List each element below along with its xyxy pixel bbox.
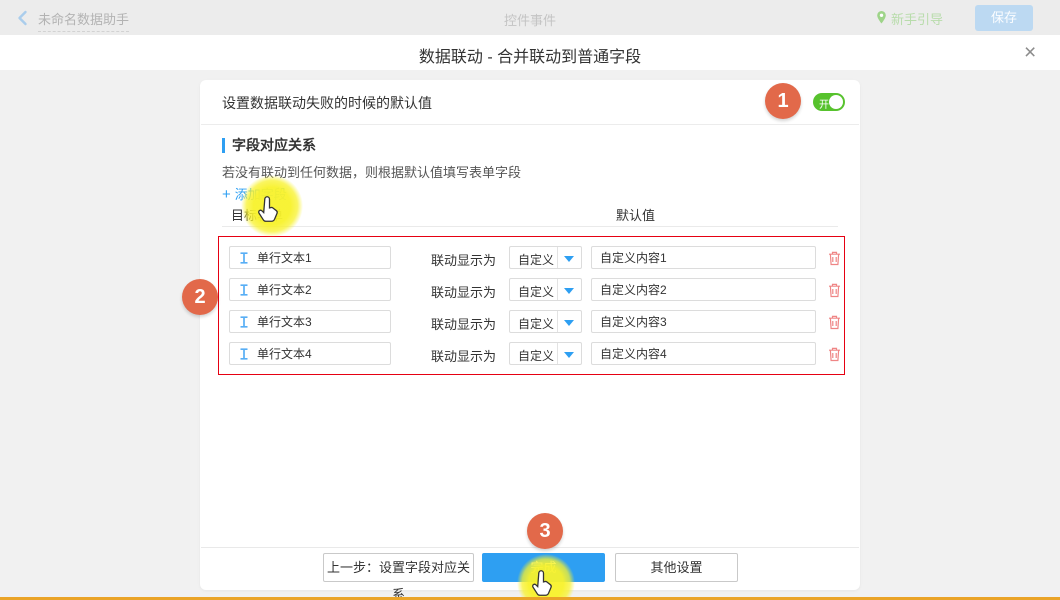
caret-down-icon — [564, 320, 574, 326]
modal-header: 数据联动 - 合并联动到普通字段 × — [0, 35, 1060, 70]
field-mapping-row: 单行文本4 联动显示为 自定义 自定义内容4 — [219, 342, 846, 366]
hand-cursor-icon — [529, 570, 555, 600]
delete-row-icon[interactable] — [827, 250, 842, 266]
target-field-value: 单行文本2 — [257, 281, 312, 298]
toggle-on-label: 开 — [819, 96, 829, 111]
other-settings-button[interactable]: 其他设置 — [615, 553, 738, 582]
default-value-toggle[interactable]: 开 — [813, 93, 845, 111]
screen: 未命名数据助手 控件事件 新手引导 保存 数据联动 - 合并联动到普通字段 × … — [0, 0, 1060, 600]
target-field-input[interactable]: 单行文本4 — [229, 342, 391, 365]
field-mapping-annotation-box: 单行文本1 联动显示为 自定义 自定义内容1 单行文本2 联动显示为 自定义 — [218, 236, 845, 375]
save-button[interactable]: 保存 — [975, 5, 1033, 31]
divider — [201, 547, 859, 548]
select-value: 自定义 — [518, 283, 554, 300]
default-value-input[interactable]: 自定义内容4 — [591, 342, 816, 365]
field-mapping-row: 单行文本3 联动显示为 自定义 自定义内容3 — [219, 310, 846, 334]
select-divider — [557, 279, 558, 300]
target-field-input[interactable]: 单行文本3 — [229, 310, 391, 333]
guide-label: 新手引导 — [891, 9, 943, 28]
target-field-input[interactable]: 单行文本2 — [229, 278, 391, 301]
close-icon[interactable]: × — [1020, 40, 1040, 66]
select-divider — [557, 311, 558, 332]
annotation-step-3: 3 — [527, 513, 563, 549]
plus-icon: + — [222, 186, 231, 203]
select-value: 自定义 — [518, 315, 554, 332]
select-value: 自定义 — [518, 251, 554, 268]
divider — [201, 124, 859, 125]
annotation-step-2: 2 — [182, 279, 218, 315]
defaults-setting-label: 设置数据联动失败的时候的默认值 — [222, 93, 432, 113]
delete-row-icon[interactable] — [827, 346, 842, 362]
display-mode-select[interactable]: 自定义 — [509, 310, 582, 333]
divider — [222, 226, 838, 227]
hand-cursor-icon — [255, 196, 281, 226]
caret-down-icon — [564, 256, 574, 262]
default-value-text: 自定义内容2 — [600, 281, 667, 298]
display-mode-select[interactable]: 自定义 — [509, 342, 582, 365]
target-field-value: 单行文本3 — [257, 313, 312, 330]
default-value-input[interactable]: 自定义内容1 — [591, 246, 816, 269]
default-value-text: 自定义内容4 — [600, 345, 667, 362]
default-value-input[interactable]: 自定义内容2 — [591, 278, 816, 301]
default-value-text: 自定义内容3 — [600, 313, 667, 330]
linkage-label: 联动显示为 — [431, 346, 496, 365]
delete-row-icon[interactable] — [827, 282, 842, 298]
select-divider — [557, 247, 558, 268]
display-mode-select[interactable]: 自定义 — [509, 246, 582, 269]
guide-link[interactable]: 新手引导 — [876, 9, 943, 28]
modal-title: 数据联动 - 合并联动到普通字段 — [0, 43, 1060, 67]
linkage-label: 联动显示为 — [431, 250, 496, 269]
field-mapping-row: 单行文本1 联动显示为 自定义 自定义内容1 — [219, 246, 846, 270]
target-field-input[interactable]: 单行文本1 — [229, 246, 391, 269]
display-mode-select[interactable]: 自定义 — [509, 278, 582, 301]
default-value-text: 自定义内容1 — [600, 249, 667, 266]
delete-row-icon[interactable] — [827, 314, 842, 330]
target-field-value: 单行文本4 — [257, 345, 312, 362]
single-line-text-icon — [239, 252, 249, 264]
linkage-label: 联动显示为 — [431, 314, 496, 333]
caret-down-icon — [564, 288, 574, 294]
single-line-text-icon — [239, 348, 249, 360]
section-title: 字段对应关系 — [222, 138, 316, 153]
field-mapping-row: 单行文本2 联动显示为 自定义 自定义内容2 — [219, 278, 846, 302]
previous-step-button[interactable]: 上一步：设置字段对应关系 — [323, 553, 474, 582]
column-header-default-value: 默认值 — [616, 205, 655, 224]
select-divider — [557, 343, 558, 364]
annotation-step-1: 1 — [765, 83, 801, 119]
default-value-input[interactable]: 自定义内容3 — [591, 310, 816, 333]
target-field-value: 单行文本1 — [257, 249, 312, 266]
topbar: 未命名数据助手 控件事件 新手引导 保存 — [0, 0, 1060, 35]
caret-down-icon — [564, 352, 574, 358]
linkage-label: 联动显示为 — [431, 282, 496, 301]
toggle-knob — [829, 95, 843, 109]
single-line-text-icon — [239, 316, 249, 328]
select-value: 自定义 — [518, 347, 554, 364]
single-line-text-icon — [239, 284, 249, 296]
location-pin-icon — [876, 10, 887, 28]
